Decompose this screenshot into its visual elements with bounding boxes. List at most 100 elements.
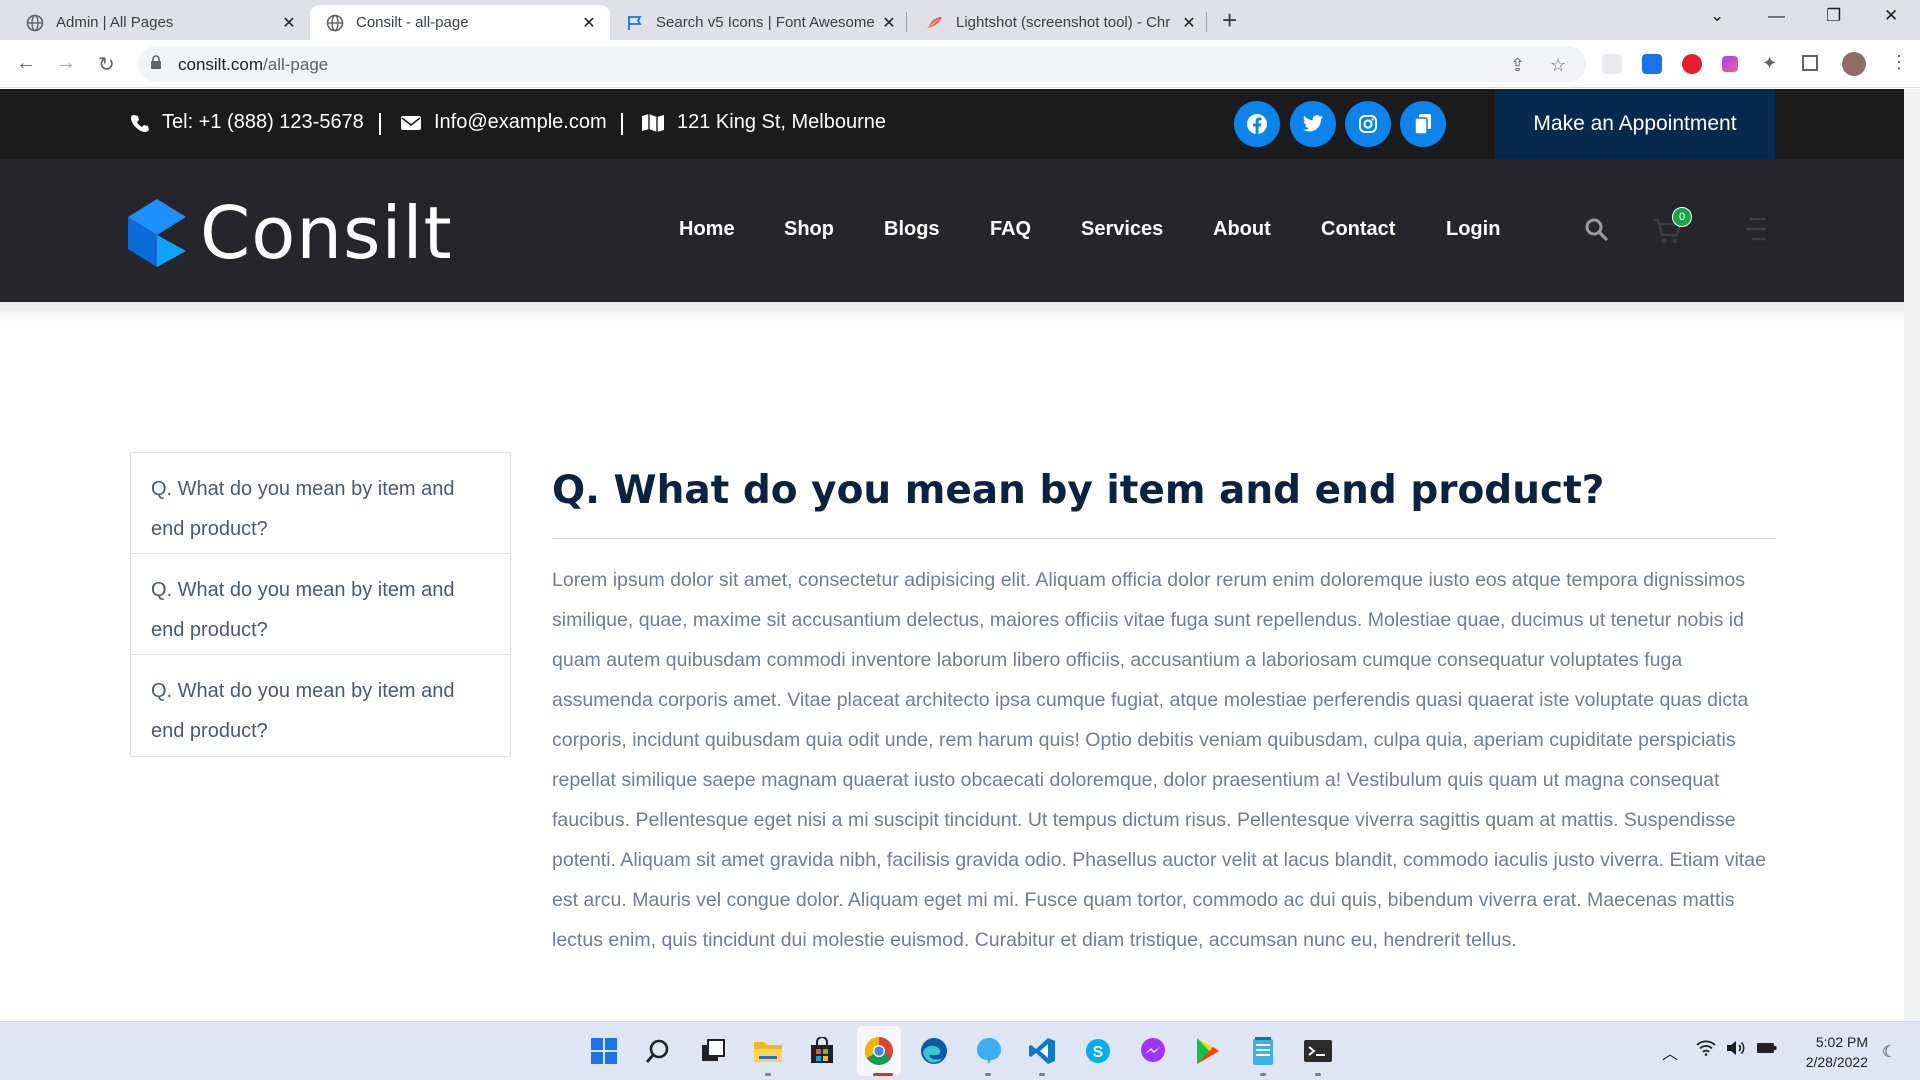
search-icon[interactable] [1584,217,1608,246]
phone-text: Tel: +1 (888) 123-5678 [162,111,364,133]
nav-contact[interactable]: Contact [1321,218,1395,241]
address-contact[interactable]: 121 King St, Melbourne [641,111,886,134]
close-window-button[interactable]: ✕ [1884,6,1898,26]
page-scrollbar[interactable] [1904,89,1920,1021]
running-indicator [1260,1073,1266,1076]
browser-tab-strip: Admin | All Pages ✕ Consilt - all-page ✕… [0,0,1920,40]
close-tab-icon[interactable]: ✕ [1180,13,1198,33]
tab-title: Admin | All Pages [56,14,174,31]
title-divider [552,538,1776,539]
show-hidden-icons-chevron-icon[interactable]: ︿ [1662,1040,1678,1064]
running-indicator [765,1073,771,1076]
faq-question-item[interactable]: Q. What do you mean by item and end prod… [131,554,510,655]
wifi-icon[interactable] [1696,1040,1716,1061]
search-icon[interactable] [642,1035,674,1067]
url-path: /all-page [263,55,329,74]
instagram-icon[interactable] [1345,101,1391,147]
close-tab-icon[interactable]: ✕ [280,13,298,33]
appointment-label: Make an Appointment [1533,112,1737,135]
tab-lightshot[interactable]: Lightshot (screenshot tool) - Chr ✕ [910,5,1210,40]
email-contact[interactable]: Info@example.com [400,111,607,134]
battery-icon[interactable] [1756,1040,1778,1061]
twitter-icon[interactable] [1290,101,1336,147]
messenger-icon[interactable] [1137,1035,1169,1067]
nav-shadow [0,302,1904,322]
article-body: Lorem ipsum dolor sit amet, consectetur … [552,569,1766,951]
chrome-icon[interactable] [863,1035,895,1067]
notification-moon-icon[interactable]: ☾ [1882,1042,1896,1062]
contact-divider [379,113,381,135]
restore-button[interactable]: ❐ [1826,6,1841,26]
nav-home[interactable]: Home [679,218,735,241]
site-logo[interactable]: Consilt [128,197,453,269]
close-tab-icon[interactable]: ✕ [580,13,598,33]
share-icon[interactable]: ⇪ [1510,55,1525,76]
hamburger-menu-icon[interactable] [1746,216,1768,247]
email-text: Info@example.com [434,111,607,133]
play-store-icon[interactable] [1192,1035,1224,1067]
svg-text:S: S [1093,1044,1104,1061]
tab-title: Lightshot (screenshot tool) - Chr [956,14,1171,31]
file-explorer-icon[interactable] [752,1035,784,1067]
extension-icon[interactable] [1642,54,1662,74]
back-icon[interactable]: ← [16,52,36,75]
nav-faq[interactable]: FAQ [990,218,1031,241]
tab-consilt[interactable]: Consilt - all-page ✕ [310,5,610,40]
tab-search-icon[interactable]: ⌄ [1710,6,1724,26]
volume-icon[interactable] [1726,1040,1746,1061]
profile-avatar[interactable] [1842,52,1866,76]
tab-divider [906,12,907,32]
nav-login[interactable]: Login [1446,218,1500,241]
nav-blogs[interactable]: Blogs [884,218,940,241]
browser-menu-icon[interactable]: ⋮ [1890,52,1908,73]
vscode-icon[interactable] [1026,1035,1058,1067]
make-appointment-button[interactable]: Make an Appointment [1495,89,1775,159]
faq-question-list: Q. What do you mean by item and end prod… [130,452,511,757]
copy-icon[interactable] [1400,101,1446,147]
microsoft-store-icon[interactable] [806,1035,838,1067]
extension-icon[interactable] [1602,54,1622,74]
article-title: Q. What do you mean by item and end prod… [552,468,1605,513]
nav-shop[interactable]: Shop [784,218,834,241]
windows-start-icon[interactable] [588,1035,620,1067]
tab-title: Search v5 Icons | Font Awesome [656,14,875,31]
phone-icon [131,114,149,132]
new-tab-button[interactable]: + [1222,6,1237,34]
bookmark-star-icon[interactable]: ☆ [1550,55,1566,76]
terminal-icon[interactable] [1302,1035,1334,1067]
address-bar: ← → ↻ consilt.com/all-page ⇪ ☆ [0,40,1920,88]
reload-icon[interactable]: ↻ [98,52,115,77]
edge-icon[interactable] [918,1035,950,1067]
active-indicator [873,1073,893,1076]
phone-contact[interactable]: Tel: +1 (888) 123-5678 [130,111,364,134]
tab-admin[interactable]: Admin | All Pages ✕ [10,5,310,40]
tab-title: Consilt - all-page [356,14,469,31]
facebook-icon[interactable] [1234,101,1280,147]
close-tab-icon[interactable]: ✕ [880,13,898,33]
opera-extension-icon[interactable] [1682,54,1702,74]
minimize-button[interactable]: — [1768,6,1785,26]
faq-question-item[interactable]: Q. What do you mean by item and end prod… [131,453,510,554]
nav-services[interactable]: Services [1081,218,1163,241]
clock-time: 5:02 PM [1815,1034,1868,1050]
running-indicator [985,1073,991,1076]
main-navigation: Consilt Home Shop Blogs FAQ Services Abo… [0,159,1904,302]
skype-icon[interactable]: S [1082,1035,1114,1067]
task-view-icon[interactable] [697,1035,729,1067]
cortana-app-icon[interactable] [973,1035,1005,1067]
tab-font-awesome[interactable]: Search v5 Icons | Font Awesome ✕ [610,5,910,40]
address-text: 121 King St, Melbourne [677,111,887,133]
url-host: consilt.com [178,55,264,74]
url-field[interactable]: consilt.com/all-page ⇪ ☆ [138,46,1586,82]
puzzle-extensions-icon[interactable]: ✦ [1762,53,1777,74]
lightshot-extension-icon[interactable] [1722,56,1738,72]
forward-icon[interactable]: → [56,52,76,75]
notepad-icon[interactable] [1247,1035,1279,1067]
faq-question-item[interactable]: Q. What do you mean by item and end prod… [131,655,510,756]
side-panel-icon[interactable] [1802,55,1818,71]
lock-icon [150,55,162,69]
envelope-icon [401,115,421,130]
nav-about[interactable]: About [1213,218,1271,241]
system-clock[interactable]: 5:02 PM 2/28/2022 [1790,1032,1868,1072]
contact-divider [621,113,623,135]
